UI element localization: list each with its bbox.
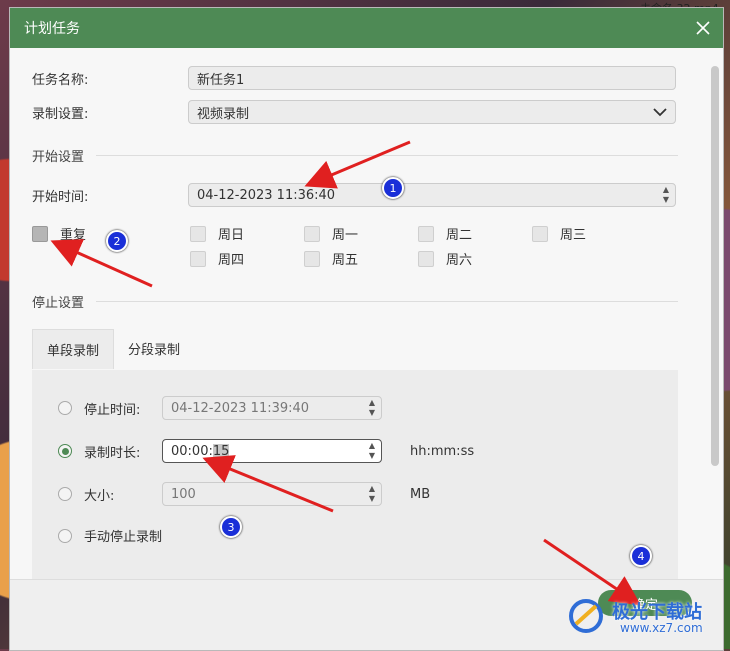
repeat-label: 重复: [60, 228, 87, 243]
watermark-logo-icon: [569, 599, 603, 633]
task-name-label: 任务名称:: [32, 72, 89, 88]
section-divider: [96, 301, 678, 302]
stop-time-option: 停止时间: 04-12-2023 11:39:40 ▲ ▼: [58, 396, 382, 420]
checkbox-box[interactable]: [418, 225, 434, 242]
start-section-title: 开始设置: [32, 150, 85, 165]
checkbox-box[interactable]: [190, 225, 206, 242]
close-button[interactable]: [683, 8, 723, 48]
duration-spinner[interactable]: ▲ ▼: [369, 441, 375, 461]
record-setting-select[interactable]: 视频录制: [188, 100, 676, 124]
size-option: 大小: 100 ▲ ▼ MB: [58, 482, 430, 506]
tab-multi-segment[interactable]: 分段录制: [114, 329, 194, 369]
day-label: 周一: [332, 228, 359, 243]
size-spinner[interactable]: ▲ ▼: [369, 484, 375, 504]
stop-time-input[interactable]: 04-12-2023 11:39:40 ▲ ▼: [162, 396, 382, 420]
day-checkbox-tue[interactable]: 周二: [418, 224, 472, 243]
size-radio[interactable]: [58, 487, 72, 501]
size-label: 大小:: [84, 488, 115, 504]
single-segment-panel: 停止时间: 04-12-2023 11:39:40 ▲ ▼ 录制时长: 00:00…: [32, 370, 678, 580]
day-label: 周日: [218, 228, 245, 243]
schedule-task-dialog: 计划任务 任务名称: 新任务1 录制设置: 视频录制 开始设置 开始时间: 04…: [9, 7, 724, 651]
day-label: 周五: [332, 253, 359, 268]
size-input[interactable]: 100 ▲ ▼: [162, 482, 382, 506]
day-checkbox-wed[interactable]: 周三: [532, 224, 586, 243]
start-time-input[interactable]: 04-12-2023 11:36:40 ▲ ▼: [188, 183, 676, 207]
start-time-label: 开始时间:: [32, 189, 89, 205]
repeat-checkbox[interactable]: 重复: [32, 224, 86, 243]
record-setting-value: 视频录制: [197, 106, 250, 122]
size-value: 100: [171, 486, 196, 502]
record-setting-row: 录制设置: 视频录制: [32, 100, 676, 124]
checkbox-box[interactable]: [418, 250, 434, 267]
duration-value-prefix: 00:00:: [171, 443, 213, 459]
day-checkbox-fri[interactable]: 周五: [304, 249, 358, 268]
day-checkbox-sat[interactable]: 周六: [418, 249, 472, 268]
duration-label: 录制时长:: [84, 445, 141, 461]
day-label: 周二: [446, 228, 473, 243]
duration-value-selected: 15: [212, 443, 230, 459]
annotation-badge-3: 3: [220, 516, 242, 538]
day-checkbox-mon[interactable]: 周一: [304, 224, 358, 243]
annotation-badge-4: 4: [630, 545, 652, 567]
annotation-badge-1: 1: [382, 177, 404, 199]
stop-time-value: 04-12-2023 11:39:40: [171, 400, 310, 416]
duration-value: 00:00:15: [171, 443, 373, 459]
duration-unit: hh:mm:ss: [410, 443, 475, 459]
dialog-titlebar: 计划任务: [10, 8, 723, 48]
spin-up-icon[interactable]: ▲: [369, 484, 375, 494]
chevron-down-icon: [653, 108, 667, 117]
annotation-badge-2: 2: [106, 230, 128, 252]
spin-down-icon[interactable]: ▼: [663, 195, 669, 205]
checkbox-box[interactable]: [190, 250, 206, 267]
checkbox-box[interactable]: [304, 250, 320, 267]
task-name-value: 新任务1: [197, 72, 245, 88]
checkbox-box[interactable]: [304, 225, 320, 242]
stop-section-title: 停止设置: [32, 296, 85, 311]
stop-section-header: 停止设置: [32, 292, 678, 311]
spin-up-icon[interactable]: ▲: [663, 185, 669, 195]
day-label: 周四: [218, 253, 245, 268]
tab-single-segment[interactable]: 单段录制: [32, 329, 115, 369]
task-name-input[interactable]: 新任务1: [188, 66, 676, 90]
dialog-content: 任务名称: 新任务1 录制设置: 视频录制 开始设置 开始时间: 04-12-2…: [10, 48, 710, 580]
watermark-url: www.xz7.com: [620, 621, 703, 635]
duration-option: 录制时长: 00:00:15 ▲ ▼ hh:mm:ss: [58, 439, 474, 463]
checkbox-box[interactable]: [532, 225, 548, 242]
start-time-row: 开始时间: 04-12-2023 11:36:40 ▲ ▼: [32, 183, 676, 207]
spin-up-icon[interactable]: ▲: [369, 398, 375, 408]
start-section-header: 开始设置: [32, 146, 678, 165]
day-checkbox-sun[interactable]: 周日: [190, 224, 244, 243]
dialog-title: 计划任务: [24, 21, 80, 37]
stop-time-spinner[interactable]: ▲ ▼: [369, 398, 375, 418]
spin-down-icon[interactable]: ▼: [369, 494, 375, 504]
spin-up-icon[interactable]: ▲: [369, 441, 375, 451]
manual-stop-radio[interactable]: [58, 528, 72, 543]
day-label: 周三: [560, 228, 587, 243]
manual-stop-option: 手动停止录制: [58, 526, 162, 545]
start-time-spinner[interactable]: ▲ ▼: [663, 185, 669, 205]
manual-stop-label: 手动停止录制: [84, 530, 163, 545]
spin-down-icon[interactable]: ▼: [369, 408, 375, 418]
size-unit: MB: [410, 486, 431, 502]
spin-down-icon[interactable]: ▼: [369, 451, 375, 461]
start-time-value: 04-12-2023 11:36:40: [197, 187, 336, 203]
stop-time-label: 停止时间:: [84, 402, 141, 418]
day-label: 周六: [446, 253, 473, 268]
stop-time-radio[interactable]: [58, 401, 72, 415]
repeat-checkbox-box[interactable]: [32, 225, 48, 242]
section-divider: [96, 155, 678, 156]
duration-input[interactable]: 00:00:15 ▲ ▼: [162, 439, 382, 463]
scrollbar[interactable]: [711, 66, 719, 466]
task-name-row: 任务名称: 新任务1: [32, 66, 676, 90]
stop-mode-tabs: 单段录制 分段录制: [32, 329, 194, 369]
day-checkbox-thu[interactable]: 周四: [190, 249, 244, 268]
close-icon: [696, 21, 710, 35]
record-setting-label: 录制设置:: [32, 106, 89, 122]
duration-radio[interactable]: [58, 444, 72, 458]
